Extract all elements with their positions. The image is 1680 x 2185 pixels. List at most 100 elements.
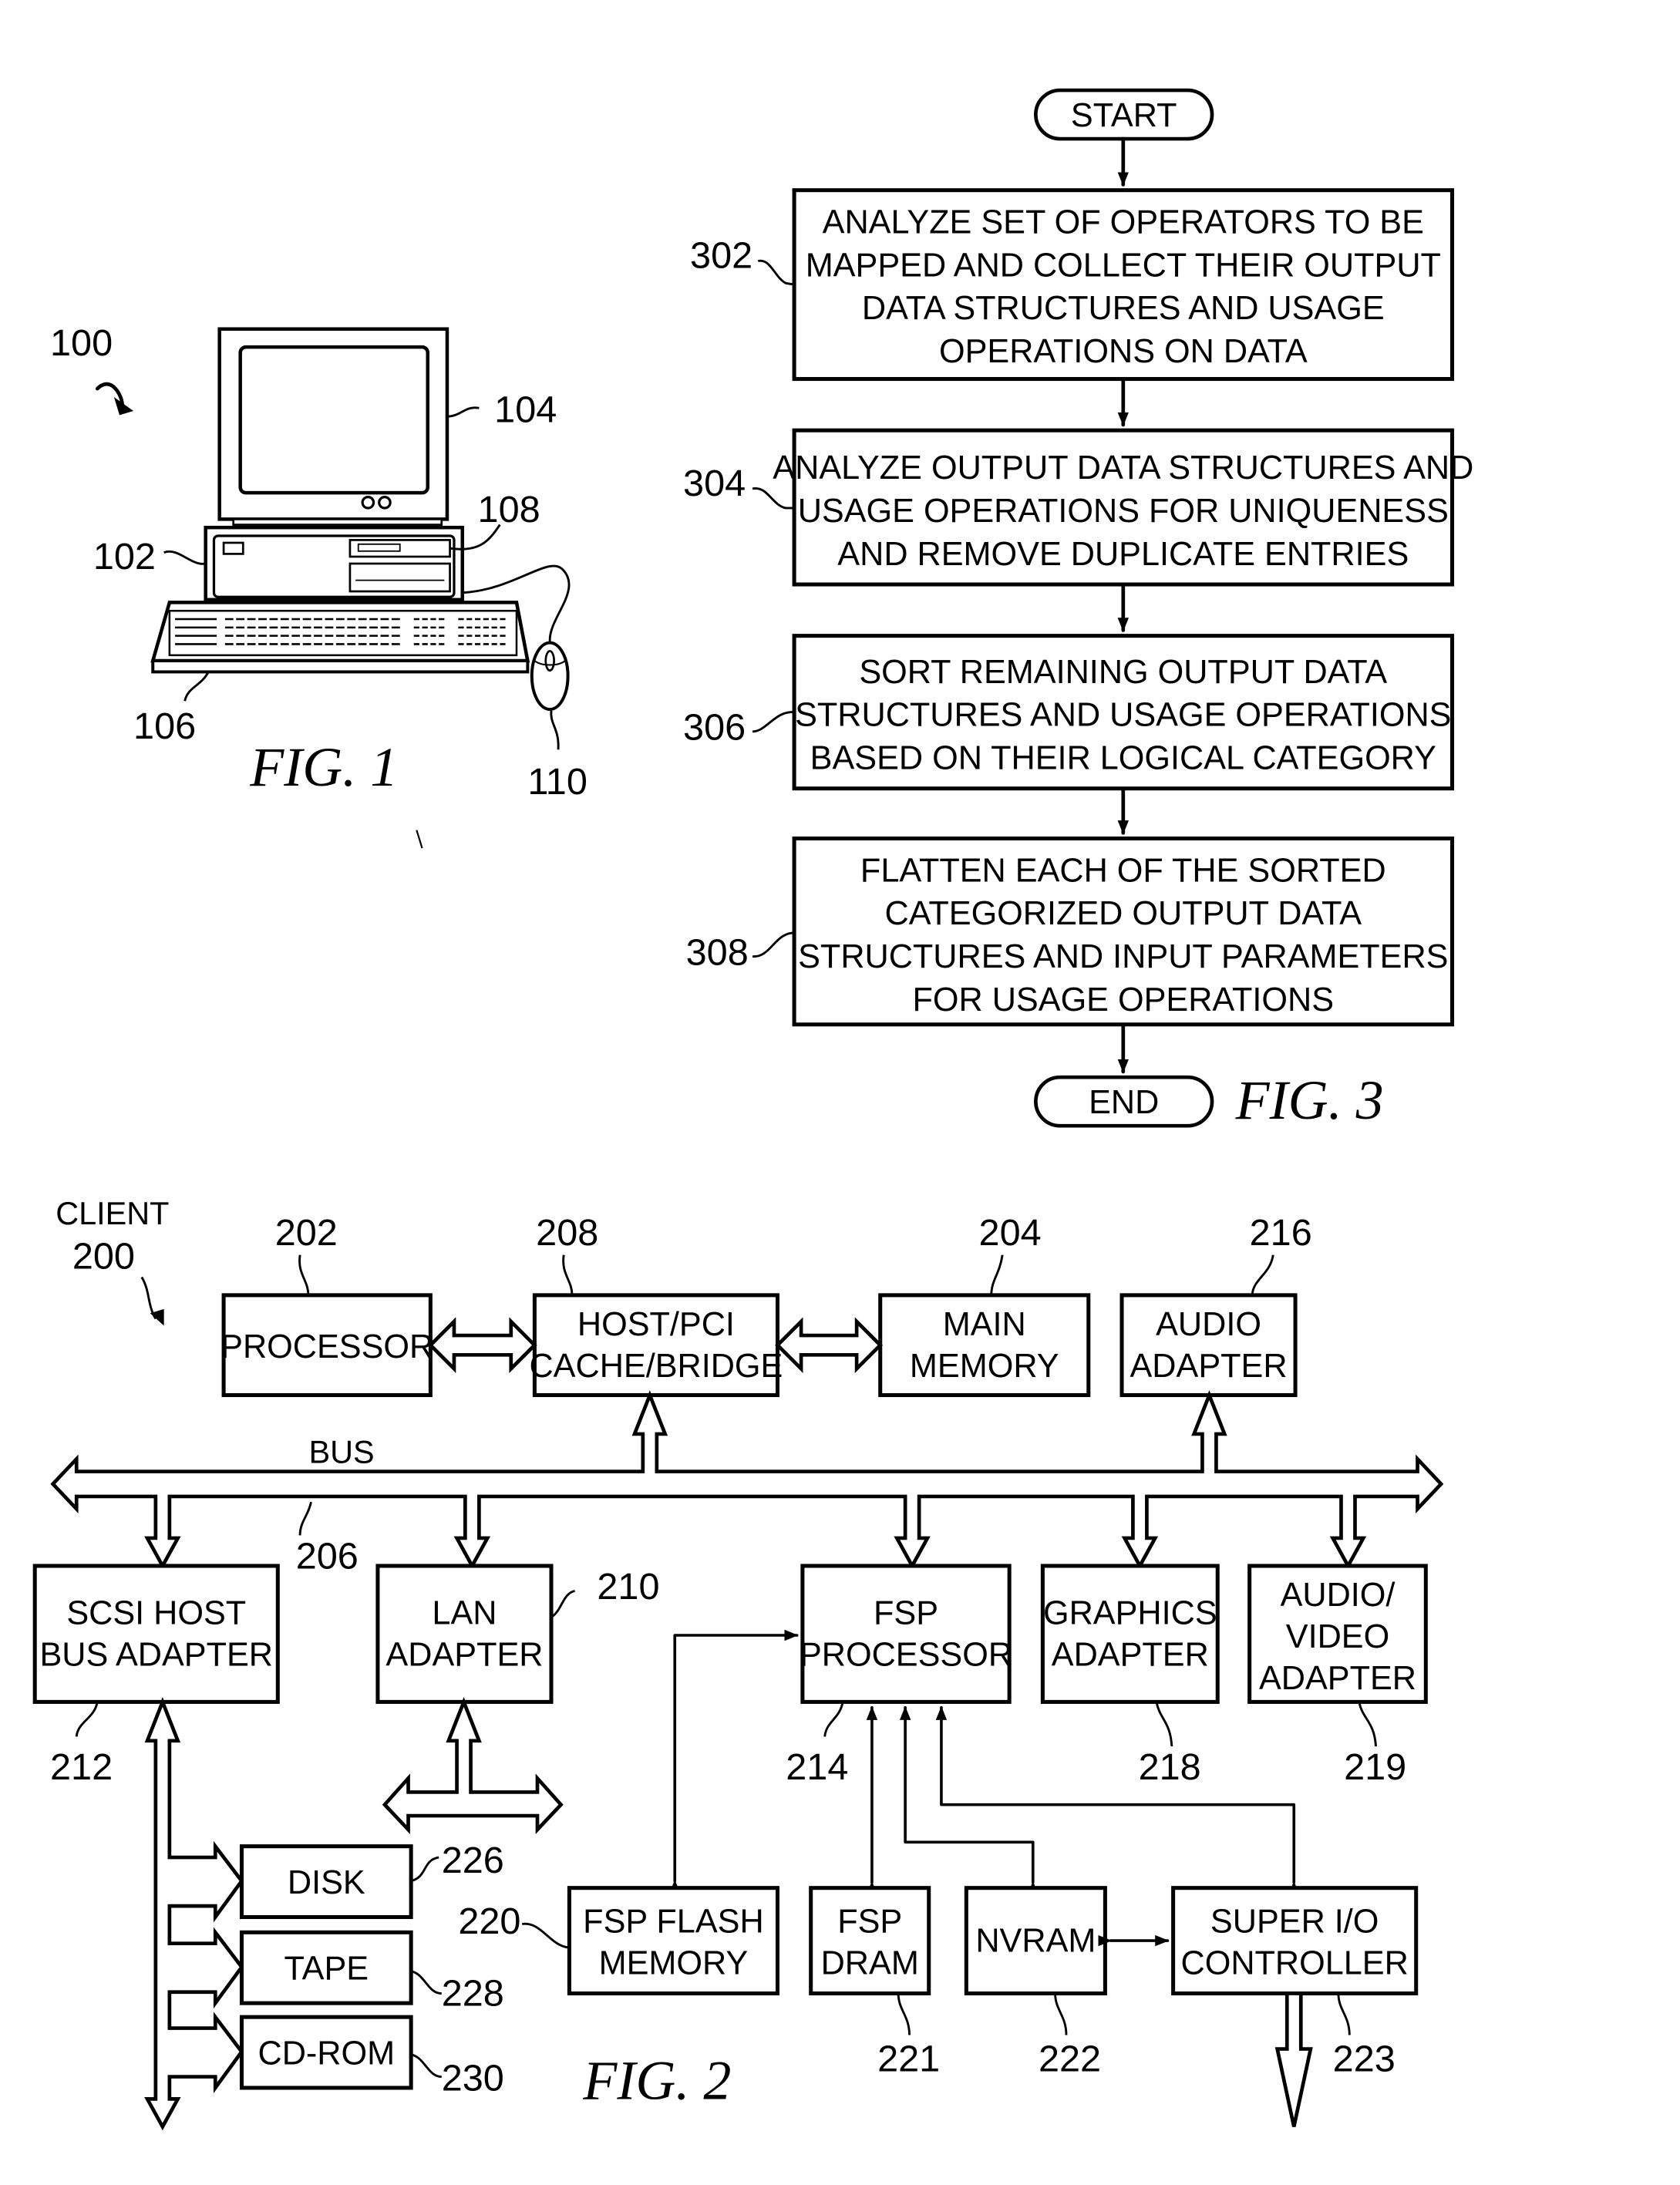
svg-text:CONTROLLER: CONTROLLER xyxy=(1181,1944,1409,1981)
block-lan-adapter: LAN ADAPTER xyxy=(375,1564,554,1704)
link-fsp-superio xyxy=(935,1705,1300,1895)
svg-text:OPERATIONS ON DATA: OPERATIONS ON DATA xyxy=(939,333,1308,370)
ref-110-leader xyxy=(550,710,560,750)
svg-text:TAPE: TAPE xyxy=(284,1951,369,1988)
link-fsp-flash xyxy=(669,1629,799,1894)
step-306: SORT REMAINING OUTPUT DATA STRUCTURES AN… xyxy=(792,634,1455,791)
svg-text:ADAPTER: ADAPTER xyxy=(385,1637,543,1674)
svg-text:VIDEO: VIDEO xyxy=(1286,1618,1389,1655)
fig1-caption: FIG. 1 xyxy=(249,736,398,798)
ref-104-leader xyxy=(446,406,480,418)
svg-text:CACHE/BRIDGE: CACHE/BRIDGE xyxy=(529,1348,783,1385)
ref-230: 230 xyxy=(442,2058,504,2099)
svg-text:PROCESSOR: PROCESSOR xyxy=(221,1328,433,1365)
svg-text:CD-ROM: CD-ROM xyxy=(258,2035,396,2072)
svg-text:START: START xyxy=(1071,97,1177,134)
svg-text:FSP: FSP xyxy=(874,1595,938,1632)
fig2-caption: FIG. 2 xyxy=(582,2049,731,2111)
bus-label: BUS xyxy=(309,1435,375,1470)
ref-226: 226 xyxy=(442,1840,504,1881)
block-super-io-controller: SUPER I/O CONTROLLER xyxy=(1171,1886,1419,1996)
cpu-unit xyxy=(204,525,465,602)
ref-204: 204 xyxy=(979,1212,1042,1254)
svg-text:AUDIO/: AUDIO/ xyxy=(1281,1577,1396,1614)
ref-102: 102 xyxy=(93,536,156,577)
ref-219: 219 xyxy=(1344,1746,1406,1788)
step-304: ANALYZE OUTPUT DATA STRUCTURES AND USAGE… xyxy=(773,428,1473,587)
client-label: CLIENT xyxy=(56,1196,169,1231)
svg-text:AND REMOVE DUPLICATE ENTRIES: AND REMOVE DUPLICATE ENTRIES xyxy=(837,536,1409,573)
superio-output-arrow xyxy=(1274,1991,1313,2127)
ref-220: 220 xyxy=(458,1901,520,1942)
ref-306-leader xyxy=(752,711,795,733)
block-audio-adapter: AUDIO ADAPTER xyxy=(1119,1293,1298,1398)
ref-223: 223 xyxy=(1333,2038,1396,2079)
svg-text:FOR USAGE OPERATIONS: FOR USAGE OPERATIONS xyxy=(913,981,1335,1018)
svg-text:SUPER I/O: SUPER I/O xyxy=(1210,1903,1379,1940)
start-terminator: START xyxy=(1034,88,1214,141)
svg-text:HOST/PCI: HOST/PCI xyxy=(577,1306,735,1343)
svg-text:STRUCTURES AND USAGE OPERATION: STRUCTURES AND USAGE OPERATIONS xyxy=(795,697,1451,734)
lan-network-link xyxy=(382,1697,564,1834)
block-scsi-host-bus-adapter: SCSI HOST BUS ADAPTER xyxy=(32,1564,280,1704)
ref-221: 221 xyxy=(877,2038,940,2079)
ref-228: 228 xyxy=(442,1973,504,2015)
block-audio-video-adapter: AUDIO/ VIDEO ADAPTER xyxy=(1247,1564,1428,1704)
svg-text:NVRAM: NVRAM xyxy=(975,1923,1096,1960)
block-fsp-processor: FSP PROCESSOR xyxy=(800,1564,1012,1704)
block-fsp-flash-memory: FSP FLASH MEMORY xyxy=(567,1886,779,1996)
svg-text:GRAPHICS: GRAPHICS xyxy=(1043,1595,1217,1632)
ref-202: 202 xyxy=(275,1212,338,1254)
ref-102-leader xyxy=(163,550,206,565)
patent-drawing-sheet: 100 104 102 108 106 110 FIG. 1 START ANA… xyxy=(32,88,1473,2131)
ref-302: 302 xyxy=(690,234,752,276)
block-main-memory: MAIN MEMORY xyxy=(878,1293,1091,1398)
stray-mark xyxy=(416,830,423,849)
ref-308-leader xyxy=(752,931,795,958)
svg-text:AUDIO: AUDIO xyxy=(1156,1306,1261,1343)
fig3-caption: FIG. 3 xyxy=(1235,1069,1384,1131)
block-fsp-dram: FSP DRAM xyxy=(809,1886,931,1996)
step-302: ANALYZE SET OF OPERATORS TO BE MAPPED AN… xyxy=(792,188,1455,382)
keyboard xyxy=(150,601,530,674)
ref-108: 108 xyxy=(478,489,540,530)
ref-218: 218 xyxy=(1139,1746,1201,1788)
scsi-storage-bus xyxy=(144,1697,244,2131)
ref-212: 212 xyxy=(50,1746,113,1788)
svg-text:CATEGORIZED OUTPUT DATA: CATEGORIZED OUTPUT DATA xyxy=(885,895,1362,932)
svg-text:PROCESSOR: PROCESSOR xyxy=(800,1637,1012,1674)
block-nvram: NVRAM xyxy=(964,1886,1107,1996)
ref-100: 100 xyxy=(50,322,113,364)
svg-text:ANALYZE OUTPUT DATA STRUCTURES: ANALYZE OUTPUT DATA STRUCTURES AND xyxy=(773,449,1473,486)
ref-214: 214 xyxy=(786,1746,848,1788)
link-processor-hostpci xyxy=(428,1317,537,1373)
svg-text:MAPPED AND COLLECT THEIR OUTPU: MAPPED AND COLLECT THEIR OUTPUT xyxy=(806,247,1441,284)
svg-text:LAN: LAN xyxy=(432,1595,497,1632)
block-disk: DISK xyxy=(239,1844,413,1920)
link-hostpci-memory xyxy=(775,1317,884,1373)
svg-text:DISK: DISK xyxy=(288,1864,365,1901)
ref-216: 216 xyxy=(1250,1212,1312,1254)
svg-text:ADAPTER: ADAPTER xyxy=(1052,1637,1209,1674)
system-bus xyxy=(50,1390,1444,1570)
block-host-pci-bridge: HOST/PCI CACHE/BRIDGE xyxy=(529,1293,783,1398)
svg-text:FLATTEN EACH OF THE SORTED: FLATTEN EACH OF THE SORTED xyxy=(860,852,1386,889)
svg-text:USAGE OPERATIONS FOR UNIQUENES: USAGE OPERATIONS FOR UNIQUENESS xyxy=(798,493,1449,530)
ref-304-leader xyxy=(752,487,795,510)
ref-308: 308 xyxy=(686,931,749,973)
block-graphics-adapter: GRAPHICS ADAPTER xyxy=(1040,1564,1220,1704)
ref-106-leader xyxy=(183,671,210,702)
svg-text:BUS ADAPTER: BUS ADAPTER xyxy=(39,1637,273,1674)
ref-222: 222 xyxy=(1039,2038,1101,2079)
link-fsp-nvram xyxy=(899,1705,1039,1895)
block-tape: TAPE xyxy=(239,1930,413,2005)
fig1-computer-illustration: 100 104 102 108 106 110 FIG. 1 xyxy=(50,322,587,849)
svg-text:MAIN: MAIN xyxy=(943,1306,1026,1343)
block-processor: PROCESSOR xyxy=(221,1293,433,1398)
ref-200: 200 xyxy=(72,1236,135,1278)
svg-text:ADAPTER: ADAPTER xyxy=(1259,1660,1416,1697)
svg-text:DRAM: DRAM xyxy=(821,1944,919,1981)
svg-text:SCSI HOST: SCSI HOST xyxy=(66,1595,246,1632)
ref-206: 206 xyxy=(296,1536,359,1577)
ref-210: 210 xyxy=(597,1566,659,1608)
